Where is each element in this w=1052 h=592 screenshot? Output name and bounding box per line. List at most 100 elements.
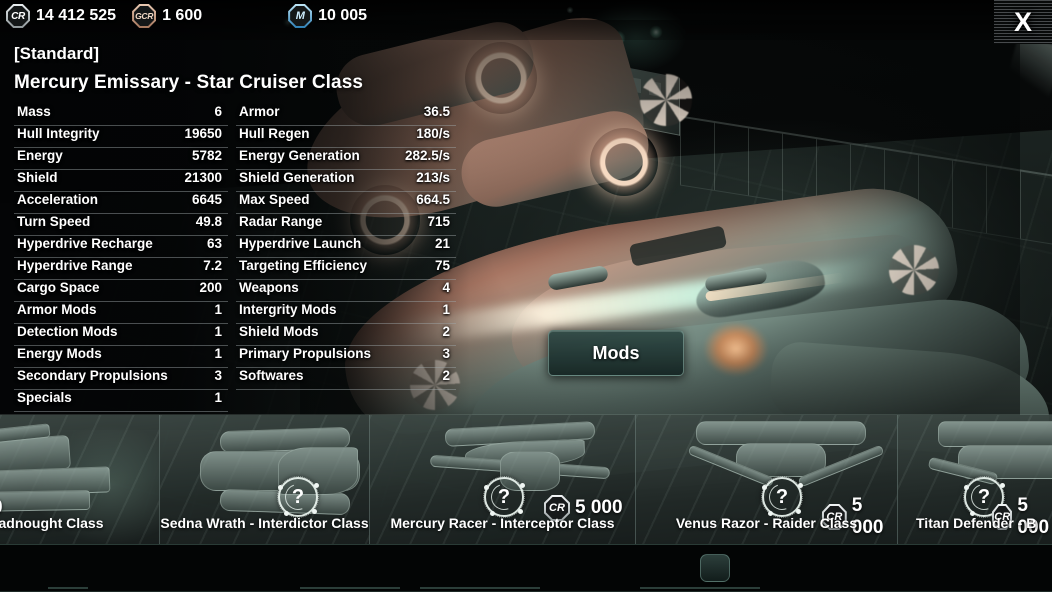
unknown-ship-icon[interactable]: ? <box>761 476 803 518</box>
ship-silhouette <box>0 421 159 513</box>
stat-value: 3 <box>442 346 450 361</box>
currency-gcr: GCR 1 600 <box>132 4 202 28</box>
stat-value: 21 <box>434 236 450 251</box>
stat-row: Hyperdrive Range 7.2 <box>14 258 228 280</box>
stat-label: Radar Range <box>239 214 323 229</box>
m-value: 10 005 <box>318 7 368 24</box>
stat-row: Max Speed 664.5 <box>236 192 456 214</box>
stat-value: 1 <box>214 324 222 339</box>
stat-value: 19650 <box>184 126 222 141</box>
stat-row: Mass 6 <box>14 104 228 126</box>
stat-row: Primary Propulsions 3 <box>236 346 456 368</box>
stat-label: Weapons <box>239 280 299 295</box>
ship-silhouette-part <box>696 421 866 445</box>
unknown-ship-icon[interactable]: ? <box>483 476 525 518</box>
stat-value: 49.8 <box>195 214 222 229</box>
stat-value: 36.5 <box>423 104 450 119</box>
cr-badge-icon: CR <box>6 4 30 28</box>
ship-tier-label: [Standard] <box>14 44 99 63</box>
ship-card[interactable]: 0adnought Class <box>0 415 160 544</box>
page-title: Mercury Emissary - Star Cruiser Class <box>14 72 364 93</box>
ship-silhouette-part <box>0 489 91 513</box>
stat-value: 6 <box>214 104 222 119</box>
orbit-dot-icon <box>798 483 803 488</box>
stat-value: 3 <box>214 368 222 383</box>
ship-card-name: Venus Razor - Raider Class <box>675 515 858 531</box>
ship-card[interactable]: ? CR 5 000 Venus Razor - Raider Class <box>636 415 898 544</box>
mods-button[interactable]: Mods <box>548 330 684 376</box>
stat-value: 1 <box>214 390 222 405</box>
stat-value: 664.5 <box>416 192 450 207</box>
currency-topbar: CR 14 412 525 GCR 1 600 M 10 005 <box>0 0 383 32</box>
stat-value: 200 <box>199 280 222 295</box>
ship-carousel[interactable]: 0adnought Class? Sedna Wrath - Interdicto… <box>0 414 1052 544</box>
stat-label: Max Speed <box>239 192 310 207</box>
stat-row: Hyperdrive Recharge 63 <box>14 236 228 258</box>
stat-row: Specials 1 <box>14 390 228 412</box>
stat-value: 1 <box>214 302 222 317</box>
stat-row: Hull Integrity 19650 <box>14 126 228 148</box>
stat-label: Cargo Space <box>17 280 100 295</box>
stats-column-right: Armor 36.5 Hull Regen 180/s Energy Generatio… <box>228 104 456 412</box>
ship-card[interactable]: ? Sedna Wrath - Interdictor Class <box>160 415 370 544</box>
stat-label: Hyperdrive Range <box>17 258 133 273</box>
question-mark-icon: ? <box>497 486 511 508</box>
gcr-badge-icon: GCR <box>132 4 157 28</box>
orbit-dot-icon <box>964 485 969 490</box>
stat-row: Armor 36.5 <box>236 104 456 126</box>
stat-value: 1 <box>442 302 450 317</box>
stat-label: Hull Regen <box>239 126 310 141</box>
system-bar-tick <box>48 587 88 589</box>
ship-card-name: Titan Defender - B <box>916 515 1037 531</box>
stat-value: 2 <box>442 324 450 339</box>
stat-value: 2 <box>442 368 450 383</box>
stat-label: Intergrity Mods <box>239 302 337 317</box>
stat-row: Hyperdrive Launch 21 <box>236 236 456 258</box>
ship-card-name: Mercury Racer - Interceptor Class <box>390 515 615 531</box>
stat-label: Detection Mods <box>17 324 118 339</box>
gcr-badge-label: GCR <box>134 6 155 26</box>
system-bar-tick <box>420 587 540 589</box>
stat-label: Softwares <box>239 368 304 383</box>
stat-value: 21300 <box>184 170 222 185</box>
stat-row: Targeting Efficiency 75 <box>236 258 456 280</box>
stat-value: 4 <box>442 280 450 295</box>
stat-row: Shield Mods 2 <box>236 324 456 346</box>
ship-stats-panel: [Standard] Mercury Emissary - Star Cruis… <box>0 44 470 412</box>
orbit-dot-icon <box>484 485 489 490</box>
m-badge-icon: M <box>288 4 313 28</box>
system-navigation-bar <box>0 544 1052 592</box>
ship-silhouette-part <box>938 421 1052 447</box>
stat-label: Acceleration <box>17 192 99 207</box>
stat-value: 282.5/s <box>404 148 450 163</box>
orbit-dot-icon <box>1000 483 1005 488</box>
stat-label: Energy Generation <box>239 148 360 163</box>
nav-home-button[interactable] <box>700 554 730 582</box>
stat-row: Softwares 2 <box>236 368 456 390</box>
close-icon: X <box>1013 6 1032 37</box>
stat-row: Energy Generation 282.5/s <box>236 148 456 170</box>
ship-card-name: Sedna Wrath - Interdictor Class <box>160 515 369 531</box>
stat-row: Acceleration 6645 <box>14 192 228 214</box>
stat-row: Shield Generation 213/s <box>236 170 456 192</box>
stats-column-left: Mass 6 Hull Integrity 19650 Energy 5782 Shield… <box>0 104 228 412</box>
ship-card[interactable]: ? CR 5 000 Mercury Racer - Interceptor Clas… <box>370 415 636 544</box>
system-bar-tick <box>300 587 400 589</box>
ship-card[interactable]: ? CR 5 000 Titan Defender - B <box>898 415 1052 544</box>
stat-label: Armor <box>239 104 280 119</box>
stat-label: Hyperdrive Launch <box>239 236 362 251</box>
stat-row: Weapons 4 <box>236 280 456 302</box>
stat-label: Energy <box>17 148 63 163</box>
question-mark-icon: ? <box>775 486 789 508</box>
stat-label: Targeting Efficiency <box>239 258 368 273</box>
m-badge-label: M <box>290 6 311 26</box>
stat-row: Armor Mods 1 <box>14 302 228 324</box>
stat-row: Energy Mods 1 <box>14 346 228 368</box>
currency-cr: CR 14 412 525 <box>6 4 116 28</box>
close-button[interactable]: X <box>994 0 1052 44</box>
unknown-ship-icon[interactable]: ? <box>277 476 319 518</box>
orbit-dot-icon <box>762 485 767 490</box>
orbit-dot-icon <box>314 483 319 488</box>
ship-silhouette <box>160 421 369 516</box>
ship-card-name: adnought Class <box>0 515 104 531</box>
